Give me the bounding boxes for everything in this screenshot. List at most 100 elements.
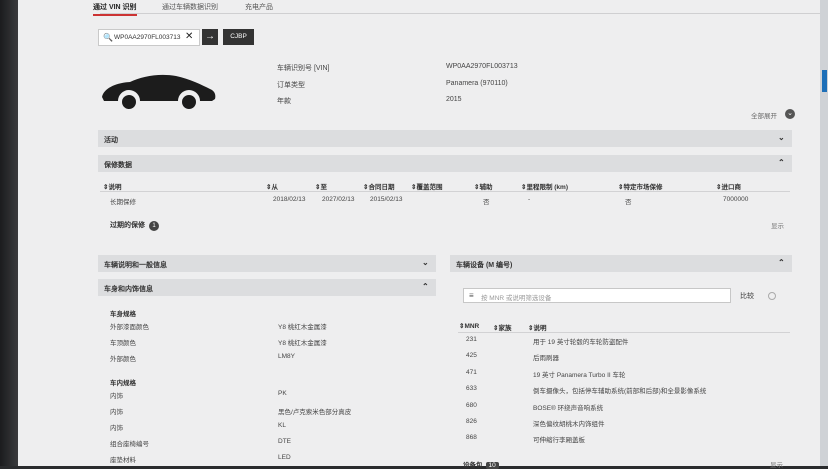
show-expired-link[interactable]: 显示 bbox=[771, 220, 784, 230]
arrow-right-icon: → bbox=[205, 31, 215, 42]
table-divider bbox=[100, 191, 790, 192]
tab-divider bbox=[100, 13, 820, 14]
tab-charging[interactable]: 充电产品 bbox=[245, 2, 273, 12]
body-spec-heading: 车身规格 bbox=[110, 311, 136, 318]
tab-vin[interactable]: 通过 VIN 识别 bbox=[93, 2, 137, 16]
show-packages-link[interactable]: 显示 bbox=[770, 459, 783, 469]
equipment-desc-cell: 可伸缩行李厢盖板 bbox=[533, 437, 585, 444]
mnr-cell: 826 bbox=[466, 418, 477, 425]
tab-vehicle-data[interactable]: 通过车辆数据识别 bbox=[162, 2, 218, 12]
chevron-up-icon: ⌃ bbox=[778, 158, 785, 167]
warranty-cell: - bbox=[528, 196, 531, 203]
chevron-up-icon: ⌃ bbox=[778, 258, 785, 267]
col-description[interactable]: ⇕说明 bbox=[103, 181, 121, 191]
cjbp-button[interactable]: CJBP bbox=[223, 29, 254, 45]
monitor-bezel bbox=[0, 0, 18, 466]
equipment-section-header[interactable]: 车辆设备 (M 编号) ⌃ bbox=[450, 255, 792, 272]
equipment-desc-cell: BOSE® 环绕声音响系统 bbox=[533, 405, 604, 412]
vehicle-description-section-header[interactable]: 车辆说明和一般信息 ⌄ bbox=[98, 255, 436, 272]
spec-label: 车顶颜色 bbox=[110, 340, 136, 347]
spec-label: 内饰 bbox=[110, 409, 123, 416]
warranty-cell: 2015/02/13 bbox=[370, 196, 403, 203]
chevron-down-icon: ⌄ bbox=[422, 258, 429, 267]
compare-button[interactable]: 比较 bbox=[740, 291, 754, 301]
spec-value: DTE bbox=[278, 438, 291, 445]
expired-warranty-label: 过期的保修 bbox=[110, 222, 145, 229]
mnr-cell: 633 bbox=[466, 385, 477, 392]
interior-spec-heading: 车内规格 bbox=[110, 380, 136, 387]
mnr-cell: 680 bbox=[466, 402, 477, 409]
col-family[interactable]: ⇕家族 bbox=[493, 322, 511, 332]
col-market-warranty[interactable]: ⇕特定市场保修 bbox=[618, 181, 662, 191]
mnr-cell: 425 bbox=[466, 352, 477, 359]
info-icon[interactable] bbox=[768, 292, 776, 300]
equipment-title: 车辆设备 (M 编号) bbox=[456, 262, 513, 269]
vin-search-value[interactable]: WP0AA2970FL003713 bbox=[114, 34, 181, 41]
search-icon: 🔍 bbox=[103, 33, 113, 42]
col-auxiliary[interactable]: ⇕辅助 bbox=[474, 181, 492, 191]
equipment-desc-cell: 用于 19 英寸轮毂的车轮防盗配件 bbox=[533, 339, 629, 346]
vin-search-input[interactable]: 🔍 WP0AA2970FL003713 ✕ bbox=[98, 29, 200, 46]
app-window: 通过 VIN 识别 通过车辆数据识别 充电产品 🔍 WP0AA2970FL003… bbox=[18, 0, 820, 469]
equipment-packages-toggle[interactable]: 设备包 10 bbox=[463, 459, 499, 469]
chevron-down-icon: ⌄ bbox=[785, 109, 795, 119]
col-to[interactable]: ⇕至 bbox=[315, 181, 327, 191]
col-coverage[interactable]: ⇕覆盖范围 bbox=[411, 181, 442, 191]
equipment-desc-cell: 倒车摄像头，包括停车辅助系统(前部和后部)和全景影像系统 bbox=[533, 388, 707, 395]
col-mnr[interactable]: ⇕MNR bbox=[459, 322, 479, 330]
spec-value: Y8 桃红木金属漆 bbox=[278, 340, 327, 347]
spec-value: Y8 桃红木金属漆 bbox=[278, 324, 327, 331]
scrollbar[interactable] bbox=[820, 0, 828, 466]
scroll-thumb[interactable] bbox=[822, 70, 827, 92]
spec-label: 组合座椅编号 bbox=[110, 441, 149, 448]
col-equipment-desc[interactable]: ⇕说明 bbox=[528, 322, 546, 332]
spec-value: LED bbox=[278, 454, 291, 461]
mnr-cell: 471 bbox=[466, 369, 477, 376]
activity-section-header[interactable]: 活动 ⌄ bbox=[98, 130, 792, 147]
search-submit-button[interactable]: → bbox=[202, 29, 218, 45]
model-year-value: 2015 bbox=[446, 96, 462, 103]
warranty-cell: 7000000 bbox=[723, 196, 749, 203]
warranty-cell: 否 bbox=[483, 199, 490, 206]
spec-label: 外部漆面颜色 bbox=[110, 324, 149, 331]
order-type-label: 订单类型 bbox=[277, 82, 305, 89]
spec-label: 内饰 bbox=[110, 425, 123, 432]
vin-value: WP0AA2970FL003713 bbox=[446, 63, 518, 70]
expired-warranty-toggle[interactable]: 过期的保修 1 bbox=[110, 220, 159, 231]
col-importer[interactable]: ⇕进口商 bbox=[716, 181, 741, 191]
spec-value: LM8Y bbox=[278, 353, 295, 360]
equipment-desc-cell: 深色偏纹胡桃木内饰组件 bbox=[533, 421, 605, 428]
clear-icon[interactable]: ✕ bbox=[185, 32, 193, 42]
equipment-filter-input[interactable]: ≡ 按 MNR 或说明筛选设备 bbox=[463, 288, 731, 303]
expand-all-button[interactable]: 全部展开 ⌄ bbox=[751, 109, 795, 120]
col-mileage-limit[interactable]: ⇕里程限制 (km) bbox=[521, 181, 568, 191]
equipment-desc-cell: 后雨刷器 bbox=[533, 355, 559, 362]
expand-all-label: 全部展开 bbox=[751, 113, 777, 120]
chevron-down-icon: ⌄ bbox=[778, 133, 785, 142]
mnr-cell: 868 bbox=[466, 434, 477, 441]
order-type-value: Panamera (970110) bbox=[446, 80, 508, 87]
vin-label: 车辆识别号 [VIN] bbox=[277, 65, 330, 72]
activity-title: 活动 bbox=[104, 137, 118, 144]
spec-label: 外部颜色 bbox=[110, 356, 136, 363]
table-divider bbox=[458, 332, 790, 333]
equipment-desc-cell: 19 英寸 Panamera Turbo II 车轮 bbox=[533, 372, 626, 379]
warranty-section-header[interactable]: 保修数据 ⌃ bbox=[98, 155, 792, 172]
col-from[interactable]: ⇕从 bbox=[266, 181, 278, 191]
spec-value: KL bbox=[278, 422, 286, 429]
vehicle-description-title: 车辆说明和一般信息 bbox=[104, 262, 167, 269]
car-silhouette-image bbox=[102, 74, 216, 110]
spec-value: 黑色/卢克索米色部分真皮 bbox=[278, 409, 352, 416]
warranty-cell: 2027/02/13 bbox=[322, 196, 355, 203]
spec-label: 内饰 bbox=[110, 393, 123, 400]
spec-value: PK bbox=[278, 390, 287, 397]
filter-icon: ≡ bbox=[469, 291, 474, 300]
body-interior-section-header[interactable]: 车身和内饰信息 ⌃ bbox=[98, 279, 436, 296]
col-contract-date[interactable]: ⇕合同日期 bbox=[363, 181, 394, 191]
mnr-cell: 231 bbox=[466, 336, 477, 343]
warranty-title: 保修数据 bbox=[104, 162, 132, 169]
count-badge: 1 bbox=[149, 221, 159, 231]
warranty-cell: 否 bbox=[625, 199, 632, 206]
warranty-cell: 2018/02/13 bbox=[273, 196, 306, 203]
filter-placeholder: 按 MNR 或说明筛选设备 bbox=[481, 295, 552, 302]
